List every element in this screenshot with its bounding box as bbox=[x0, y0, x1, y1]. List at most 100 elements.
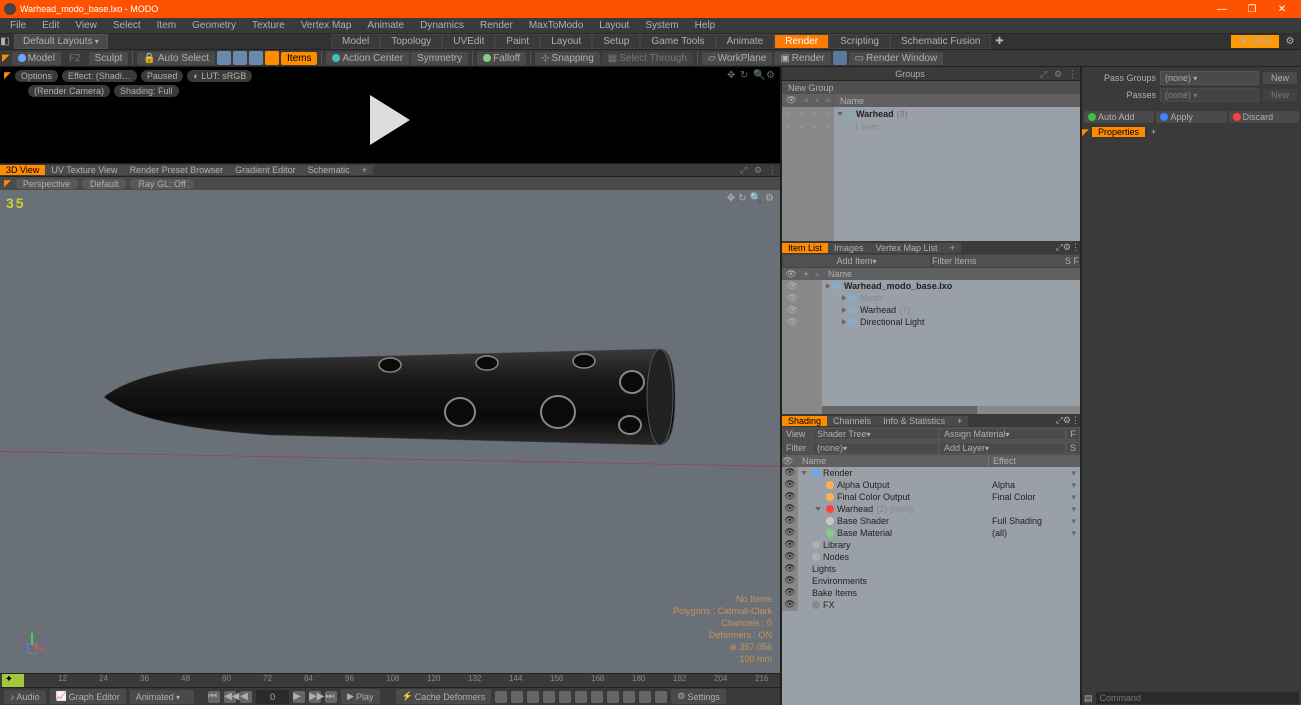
key-tool-4[interactable] bbox=[543, 691, 555, 703]
key-tool-10[interactable] bbox=[639, 691, 651, 703]
key-tool-5[interactable] bbox=[559, 691, 571, 703]
lock-column-icon[interactable]: ▫ bbox=[815, 95, 818, 106]
filter-dropdown[interactable]: (none) bbox=[812, 442, 939, 454]
3d-viewport[interactable]: ◤ Perspective Default Ray GL: Off ✥ ↻ 🔍 … bbox=[0, 177, 780, 673]
item-row[interactable]: 👁 Warhead (7) bbox=[782, 304, 1080, 316]
cache-deformers-button[interactable]: ⚡ Cache Deformers bbox=[396, 689, 492, 704]
menu-file[interactable]: File bbox=[2, 20, 34, 31]
minimize-button[interactable]: — bbox=[1207, 4, 1237, 15]
menu-render[interactable]: Render bbox=[472, 20, 521, 31]
prev-frame-button[interactable]: ◀ bbox=[240, 691, 252, 703]
preview-lut[interactable]: ◐ LUT: sRGB bbox=[187, 70, 252, 82]
menu-texture[interactable]: Texture bbox=[244, 20, 293, 31]
render-button[interactable]: ▣Render bbox=[774, 52, 830, 65]
filter-items-field[interactable]: Filter Items S F bbox=[931, 254, 1080, 268]
sel-mode-3-icon[interactable] bbox=[249, 51, 263, 65]
viewport-camera-dropdown[interactable]: Perspective bbox=[15, 179, 78, 189]
shading-s-button[interactable]: S bbox=[1066, 442, 1080, 454]
shader-row[interactable]: 👁Environments bbox=[782, 575, 1080, 587]
menu-maxtomodo[interactable]: MaxToModo bbox=[521, 20, 591, 31]
key-tool-2[interactable] bbox=[511, 691, 523, 703]
shading-f-button[interactable]: F bbox=[1066, 428, 1080, 440]
pass-groups-dropdown[interactable]: (none) bbox=[1160, 71, 1259, 85]
item-row[interactable]: 👁 Mesh bbox=[782, 292, 1080, 304]
groups-expand-icon[interactable]: ⤢ bbox=[1040, 69, 1050, 79]
menu-select[interactable]: Select bbox=[105, 20, 149, 31]
frame-field[interactable]: 0 bbox=[256, 690, 289, 704]
groups-menu-icon[interactable]: ⋮ bbox=[1068, 69, 1078, 79]
audio-button[interactable]: ♪ Audio bbox=[4, 690, 46, 704]
discard-button[interactable]: Discard bbox=[1229, 111, 1299, 123]
expand-icon[interactable] bbox=[837, 112, 843, 116]
layout-tab-render[interactable]: Render bbox=[774, 34, 829, 49]
solo-column-icon[interactable]: ▫ bbox=[805, 95, 808, 106]
render-preview[interactable]: ◤ Options Effect: (Shadi… Paused ◐ LUT: … bbox=[0, 67, 780, 164]
shading-expand-icon[interactable]: ⤢ bbox=[1056, 415, 1063, 426]
shading-tab-add[interactable]: + bbox=[951, 416, 968, 426]
preview-paused[interactable]: Paused bbox=[141, 70, 184, 82]
lock-col-icon[interactable]: ▫ bbox=[815, 269, 818, 280]
layout-add-button[interactable]: ✚ bbox=[991, 36, 1007, 47]
eye-col-icon[interactable]: 👁 bbox=[785, 269, 796, 280]
viewport-tab-add[interactable]: + bbox=[356, 165, 373, 175]
assign-material-dropdown[interactable]: Assign Material bbox=[939, 428, 1066, 440]
graph-editor-button[interactable]: 📈 Graph Editor bbox=[50, 689, 126, 704]
key-tool-8[interactable] bbox=[607, 691, 619, 703]
next-key-button[interactable]: ▶▶ bbox=[309, 691, 321, 703]
render-window-button[interactable]: ▭Render Window bbox=[849, 52, 944, 65]
item-row[interactable]: 👁 Directional Light bbox=[782, 316, 1080, 328]
shading-tab-shading[interactable]: Shading bbox=[782, 416, 827, 426]
itemlist-menu-icon[interactable]: ⋮ bbox=[1071, 242, 1080, 253]
timeline[interactable]: ✦ 12243648607284961081201321441561681801… bbox=[0, 673, 780, 687]
preview-camera[interactable]: (Render Camera) bbox=[28, 85, 110, 97]
shading-tab-channels[interactable]: Channels bbox=[827, 416, 877, 426]
expand-icon[interactable] bbox=[842, 319, 846, 325]
preview-options[interactable]: Options bbox=[15, 70, 58, 82]
shader-row[interactable]: 👁Alpha OutputAlpha▾ bbox=[782, 479, 1080, 491]
shader-row[interactable]: 👁Base ShaderFull Shading▾ bbox=[782, 515, 1080, 527]
layout-tab-layout[interactable]: Layout bbox=[540, 34, 592, 49]
shader-row[interactable]: 👁FX bbox=[782, 599, 1080, 611]
preview-rotate-icon[interactable]: ↻ bbox=[740, 70, 750, 80]
auto-select-button[interactable]: 🔒Auto Select bbox=[137, 52, 215, 65]
close-button[interactable]: ✕ bbox=[1267, 4, 1297, 15]
expand-icon[interactable] bbox=[842, 307, 846, 313]
group-row-subitem[interactable]: ◦◦◦◦ 1 Item bbox=[782, 120, 1080, 133]
play-icon[interactable] bbox=[370, 95, 410, 145]
shading-tab-info-statistics[interactable]: Info & Statistics bbox=[877, 416, 951, 426]
layout-gear-icon[interactable]: ⚙ bbox=[1283, 36, 1297, 47]
action-center-button[interactable]: Action Center bbox=[326, 52, 409, 65]
settings-button[interactable]: ⚙ Settings bbox=[671, 689, 726, 704]
timeline-playhead[interactable] bbox=[16, 674, 24, 687]
prev-key-button[interactable]: ◀◀ bbox=[224, 691, 236, 703]
add-layer-dropdown[interactable]: Add Layer bbox=[939, 442, 1066, 454]
layout-tab-paint[interactable]: Paint bbox=[495, 34, 540, 49]
anim-mode-dropdown[interactable]: Animated bbox=[130, 690, 194, 704]
command-input[interactable] bbox=[1096, 692, 1299, 704]
shader-row[interactable]: 👁Base Material(all)▾ bbox=[782, 527, 1080, 539]
shader-row[interactable]: 👁Warhead (2) (Item)▾ bbox=[782, 503, 1080, 515]
menu-help[interactable]: Help bbox=[687, 20, 724, 31]
itemlist-tab-add[interactable]: + bbox=[944, 243, 961, 253]
preview-shading[interactable]: Shading: Full bbox=[114, 85, 179, 97]
menu-vertex-map[interactable]: Vertex Map bbox=[293, 20, 360, 31]
shader-row[interactable]: 👁Render▾ bbox=[782, 467, 1080, 479]
falloff-button[interactable]: Falloff bbox=[477, 52, 526, 65]
viewport-raygl-dropdown[interactable]: Ray GL: Off bbox=[130, 179, 193, 189]
sculpt-button[interactable]: Sculpt bbox=[89, 52, 129, 65]
preview-effect[interactable]: Effect: (Shadi… bbox=[62, 70, 137, 82]
only-button[interactable]: ★ Only bbox=[1231, 35, 1279, 48]
key-tool-3[interactable] bbox=[527, 691, 539, 703]
next-frame-button[interactable]: ▶ bbox=[293, 691, 305, 703]
layouts-dropdown[interactable]: Default Layouts bbox=[14, 34, 108, 49]
select-through-button[interactable]: ▦Select Through bbox=[602, 52, 693, 65]
viewport-menu-icon[interactable]: ⋮ bbox=[768, 165, 778, 175]
preview-zoom-icon[interactable]: 🔍 bbox=[753, 70, 763, 80]
eye-column-icon[interactable]: 👁 bbox=[786, 95, 797, 106]
model-mode-button[interactable]: Model bbox=[12, 52, 61, 65]
viewport-tab-schematic[interactable]: Schematic bbox=[302, 165, 356, 175]
layout-tab-scripting[interactable]: Scripting bbox=[829, 34, 890, 49]
shader-row[interactable]: 👁Library bbox=[782, 539, 1080, 551]
items-button[interactable]: Items bbox=[281, 52, 317, 65]
properties-tab[interactable]: Properties bbox=[1092, 127, 1145, 137]
